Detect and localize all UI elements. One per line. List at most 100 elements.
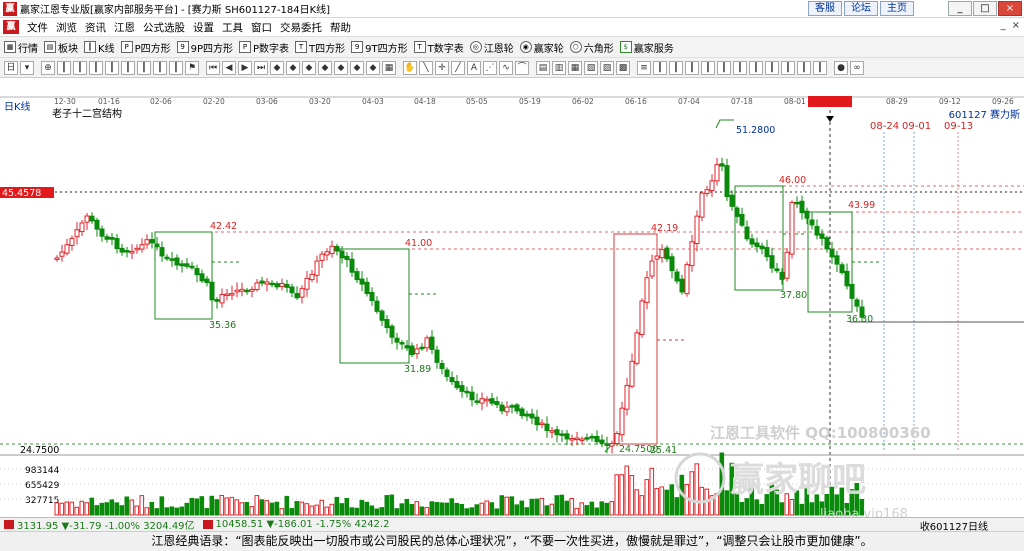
diamond-icon[interactable]: ◆ xyxy=(302,60,316,75)
toolbar-9t-square-button[interactable]: 9 9T四方形 xyxy=(351,40,408,55)
toolbar-sector-button[interactable]: ▤ 板块 xyxy=(44,40,78,55)
candle-icon[interactable]: ┃ xyxy=(169,60,183,75)
diamond-icon[interactable]: ◆ xyxy=(318,60,332,75)
diamond-icon[interactable]: ◆ xyxy=(350,60,364,75)
candle-body xyxy=(114,238,120,250)
table-icon[interactable]: ▤ xyxy=(536,60,550,75)
next-icon[interactable]: ▶ xyxy=(238,60,252,75)
volume-bar xyxy=(519,500,525,516)
candle-icon[interactable]: ┃ xyxy=(73,60,87,75)
candle-icon[interactable]: ┃ xyxy=(717,60,731,75)
candle-icon[interactable]: ┃ xyxy=(733,60,747,75)
period-icon[interactable]: 日 xyxy=(4,60,18,75)
line-icon[interactable]: ╲ xyxy=(419,60,433,75)
maximize-button[interactable]: □ xyxy=(973,1,997,16)
grid-icon[interactable]: ▦ xyxy=(382,60,396,75)
cross-icon[interactable]: ✛ xyxy=(435,60,449,75)
last-icon[interactable]: ⏭ xyxy=(254,60,268,75)
diamond-icon[interactable]: ◆ xyxy=(270,60,284,75)
sz-index-segment[interactable]: 10458.51 ▼-186.01 -1.75% 4242.2 xyxy=(199,519,394,530)
kline-icon: ┃ xyxy=(84,41,96,53)
candle-icon[interactable]: ┃ xyxy=(749,60,763,75)
candle-icon[interactable]: ┃ xyxy=(765,60,779,75)
draw-tool-icon[interactable]: ▾ xyxy=(20,60,34,75)
volume-bar xyxy=(254,495,260,516)
home-link[interactable]: 主页 xyxy=(880,1,914,16)
doc-close-button[interactable]: × xyxy=(1012,20,1020,31)
volume-bar xyxy=(669,484,675,516)
toolbar-t-square-button[interactable]: T T四方形 xyxy=(295,40,345,55)
volume-bar xyxy=(274,501,280,516)
text-icon[interactable]: A xyxy=(467,60,481,75)
menu-settings[interactable]: 设置 xyxy=(189,20,218,35)
candle-body xyxy=(154,243,160,248)
menu-tools[interactable]: 工具 xyxy=(218,20,247,35)
service-link[interactable]: 客服 xyxy=(808,1,842,16)
toolbar-p-square-button[interactable]: P P四方形 xyxy=(120,40,171,55)
volume-bar xyxy=(139,495,145,516)
candle-icon[interactable]: ┃ xyxy=(105,60,119,75)
table-icon[interactable]: ▧ xyxy=(584,60,598,75)
table-icon[interactable]: ▦ xyxy=(568,60,582,75)
toolbar-quotes-button[interactable]: ▦ 行情 xyxy=(4,40,38,55)
date-tick-label: 04-18 xyxy=(414,97,436,106)
close-button[interactable]: × xyxy=(998,1,1022,16)
candle-icon[interactable]: ┃ xyxy=(781,60,795,75)
menu-help[interactable]: 帮助 xyxy=(326,20,355,35)
toolbar-winner-wheel-button[interactable]: ◉ 赢家轮 xyxy=(519,40,564,55)
toolbar-t-table-button[interactable]: T T数字表 xyxy=(413,40,464,55)
menu-trade[interactable]: 交易委托 xyxy=(276,20,326,35)
zoom-icon[interactable]: ⊕ xyxy=(41,60,55,75)
candle-icon[interactable]: ┃ xyxy=(701,60,715,75)
candle-icon[interactable]: ┃ xyxy=(121,60,135,75)
flag-icon[interactable]: ⚑ xyxy=(185,60,199,75)
table-icon[interactable]: ▩ xyxy=(616,60,630,75)
fan-icon[interactable]: ⋰ xyxy=(483,60,497,75)
candle-icon[interactable]: ┃ xyxy=(57,60,71,75)
line-icon[interactable]: ╱ xyxy=(451,60,465,75)
candle-icon[interactable]: ┃ xyxy=(89,60,103,75)
volume-bar xyxy=(189,497,195,516)
toolbar-9p-square-button[interactable]: 9 9P四方形 xyxy=(176,40,233,55)
menu-news[interactable]: 资讯 xyxy=(81,20,110,35)
first-icon[interactable]: ⏮ xyxy=(206,60,220,75)
wave-icon[interactable]: ∿ xyxy=(499,60,513,75)
date-tick-label: 09-26 xyxy=(992,97,1014,106)
toolbar-service-button[interactable]: $ 赢家服务 xyxy=(619,40,674,55)
hand-icon[interactable]: ✋ xyxy=(403,60,417,75)
table-icon[interactable]: ▥ xyxy=(552,60,566,75)
sh-index-segment[interactable]: 3131.95 ▼-31.79 -1.00% 3204.49亿 xyxy=(0,517,199,532)
prev-icon[interactable]: ◀ xyxy=(222,60,236,75)
candle-icon[interactable]: ┃ xyxy=(153,60,167,75)
color-icon[interactable]: ● xyxy=(834,60,848,75)
kline-chart-area[interactable]: 12-30 01-16 02-06 02-20 03-06 03-20 04-03 04-18… xyxy=(0,79,1024,522)
minimize-button[interactable]: _ xyxy=(948,1,972,16)
diamond-icon[interactable]: ◆ xyxy=(366,60,380,75)
menu-formula[interactable]: 公式选股 xyxy=(139,20,189,35)
infinity-icon[interactable]: ∞ xyxy=(850,60,864,75)
table-icon[interactable]: ▨ xyxy=(600,60,614,75)
menu-file[interactable]: 文件 xyxy=(23,20,52,35)
menu-window[interactable]: 窗口 xyxy=(247,20,276,35)
menu-browse[interactable]: 浏览 xyxy=(52,20,81,35)
candle-icon[interactable]: ┃ xyxy=(669,60,683,75)
toolbar-kline-button[interactable]: ┃ K线 xyxy=(84,40,115,55)
forum-link[interactable]: 论坛 xyxy=(844,1,878,16)
candle-icon[interactable]: ┃ xyxy=(813,60,827,75)
arc-icon[interactable]: ⌒ xyxy=(515,60,529,75)
candle-icon[interactable]: ┃ xyxy=(685,60,699,75)
candle-icon[interactable]: ┃ xyxy=(797,60,811,75)
candle-icon[interactable]: ┃ xyxy=(653,60,667,75)
toolbar-hexagon-button[interactable]: ⬡ 六角形 xyxy=(569,40,614,55)
toolbar-p-table-button[interactable]: P P数字表 xyxy=(239,40,289,55)
stack-icon[interactable]: ≡ xyxy=(637,60,651,75)
doc-minimize-button[interactable]: _ xyxy=(1001,20,1006,31)
diamond-icon[interactable]: ◆ xyxy=(334,60,348,75)
kline-chart[interactable]: 12-30 01-16 02-06 02-20 03-06 03-20 04-03 04-18… xyxy=(0,79,1024,522)
diamond-icon[interactable]: ◆ xyxy=(286,60,300,75)
candle-icon[interactable]: ┃ xyxy=(137,60,151,75)
volume-bar xyxy=(104,502,110,516)
toolbar-gann-wheel-button[interactable]: ◎ 江恩轮 xyxy=(469,40,514,55)
volume-bar xyxy=(239,502,245,516)
menu-gann[interactable]: 江恩 xyxy=(110,20,139,35)
